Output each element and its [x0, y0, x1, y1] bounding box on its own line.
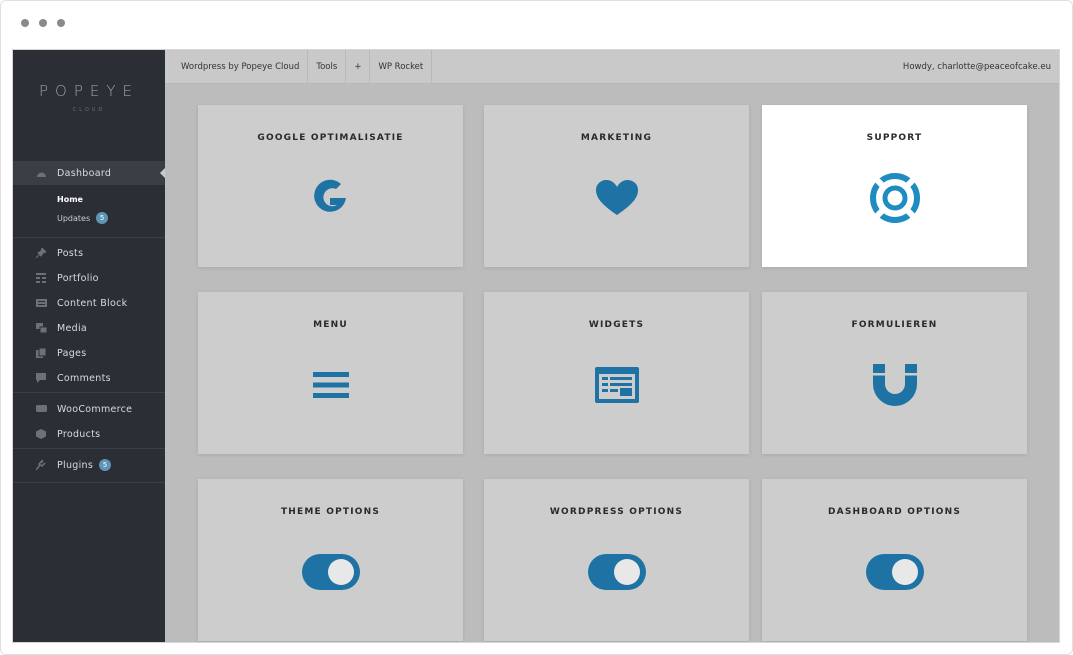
account-greeting[interactable]: Howdy, charlotte@peaceofcake.eu [903, 62, 1059, 72]
sidebar-item-woocommerce[interactable]: WooCommerce [13, 397, 165, 421]
hamburger-menu-icon [301, 360, 361, 410]
window-dot-minimize[interactable] [39, 19, 47, 27]
sidebar-item-label: Media [57, 322, 88, 334]
card-dashboard-options[interactable]: DASHBOARD OPTIONS [762, 479, 1027, 641]
card-title: WIDGETS [588, 320, 645, 330]
card-title: MARKETING [580, 133, 653, 143]
window-dot-maximize[interactable] [57, 19, 65, 27]
sidebar-item-label: Portfolio [57, 272, 99, 284]
card-wordpress-options[interactable]: WORDPRESS OPTIONS [484, 479, 749, 641]
card-theme-options[interactable]: THEME OPTIONS [198, 479, 463, 641]
card-menu[interactable]: MENU [198, 292, 463, 454]
admin-top-bar: Wordpress by Popeye Cloud Tools + WP Roc… [165, 50, 1059, 84]
sidebar-item-posts[interactable]: Posts [13, 241, 165, 265]
card-google-optimalisatie[interactable]: GOOGLE OPTIMALISATIE [198, 105, 463, 267]
card-support[interactable]: SUPPORT [762, 105, 1027, 267]
card-marketing[interactable]: MARKETING [484, 105, 749, 267]
woocommerce-icon [35, 404, 47, 414]
add-new-button[interactable]: + [346, 50, 371, 84]
card-title: GOOGLE OPTIMALISATIE [257, 133, 404, 143]
comment-icon [35, 373, 47, 383]
sidebar-item-label: Plugins [57, 459, 94, 471]
widgets-icon [587, 360, 647, 410]
card-title: WORDPRESS OPTIONS [549, 507, 684, 517]
sidebar-subitem-label: Updates [57, 213, 91, 223]
plugins-count-badge: 5 [99, 459, 112, 471]
toggle-icon[interactable] [587, 547, 647, 597]
sidebar-subitem-updates[interactable]: Updates 5 [57, 212, 109, 224]
site-name-link[interactable]: Wordpress by Popeye Cloud [165, 50, 309, 84]
sidebar-item-label: Comments [57, 372, 111, 384]
sidebar-divider [13, 448, 165, 449]
sidebar-item-label: Posts [57, 247, 84, 259]
window-dot-close[interactable] [21, 19, 29, 27]
sidebar-divider [13, 237, 165, 238]
sidebar-item-label: Content Block [57, 297, 128, 309]
sidebar-item-dashboard[interactable]: Dashboard [13, 161, 166, 185]
sidebar-divider [13, 392, 165, 393]
lifebuoy-icon [865, 173, 925, 223]
sidebar-item-label: Pages [57, 347, 87, 359]
magnet-icon [865, 360, 925, 410]
tools-menu[interactable]: Tools [308, 50, 347, 84]
sidebar-subitem-home[interactable]: Home [57, 195, 83, 204]
window-controls [21, 19, 65, 27]
card-title: DASHBOARD OPTIONS [827, 507, 962, 517]
sidebar-item-comments[interactable]: Comments [13, 366, 165, 390]
updates-count-badge: 5 [96, 212, 109, 224]
plug-icon [35, 460, 47, 470]
card-title: FORMULIEREN [851, 320, 938, 330]
toggle-icon[interactable] [865, 547, 925, 597]
dashboard-content: GOOGLE OPTIMALISATIE MARKETING SUPPORT M… [165, 84, 1059, 642]
card-title: SUPPORT [866, 133, 923, 143]
sidebar-item-label: WooCommerce [57, 403, 133, 415]
card-formulieren[interactable]: FORMULIEREN [762, 292, 1027, 454]
sidebar-item-pages[interactable]: Pages [13, 341, 165, 365]
logo-subtitle: CLOUD [72, 107, 106, 113]
dashboard-icon [35, 168, 47, 178]
sidebar-item-content-block[interactable]: Content Block [13, 291, 165, 315]
sidebar-subitem-label: Home [57, 195, 83, 204]
sidebar-divider [13, 482, 165, 483]
card-title: THEME OPTIONS [280, 507, 381, 517]
browser-window: POPEYE CLOUD Dashboard Home Updates 5 Po… [0, 0, 1073, 655]
sidebar-item-media[interactable]: Media [13, 316, 165, 340]
card-widgets[interactable]: WIDGETS [484, 292, 749, 454]
card-title: MENU [313, 320, 348, 330]
sidebar-item-plugins[interactable]: Plugins 5 [13, 453, 165, 477]
sidebar-item-label: Dashboard [57, 167, 112, 179]
sidebar-item-label: Products [57, 428, 101, 440]
media-icon [35, 323, 47, 333]
toggle-icon[interactable] [301, 547, 361, 597]
block-icon [35, 298, 47, 308]
box-icon [35, 429, 47, 439]
pages-icon [35, 348, 47, 358]
pin-icon [35, 248, 47, 258]
sidebar-item-portfolio[interactable]: Portfolio [13, 266, 165, 290]
app-screen: POPEYE CLOUD Dashboard Home Updates 5 Po… [12, 49, 1060, 643]
heart-icon [587, 173, 647, 223]
wp-rocket-menu[interactable]: WP Rocket [370, 50, 433, 84]
google-icon [301, 173, 361, 223]
grid-icon [35, 273, 47, 283]
logo[interactable]: POPEYE [13, 82, 165, 100]
sidebar: POPEYE CLOUD Dashboard Home Updates 5 Po… [13, 50, 166, 642]
sidebar-item-products[interactable]: Products [13, 422, 165, 446]
